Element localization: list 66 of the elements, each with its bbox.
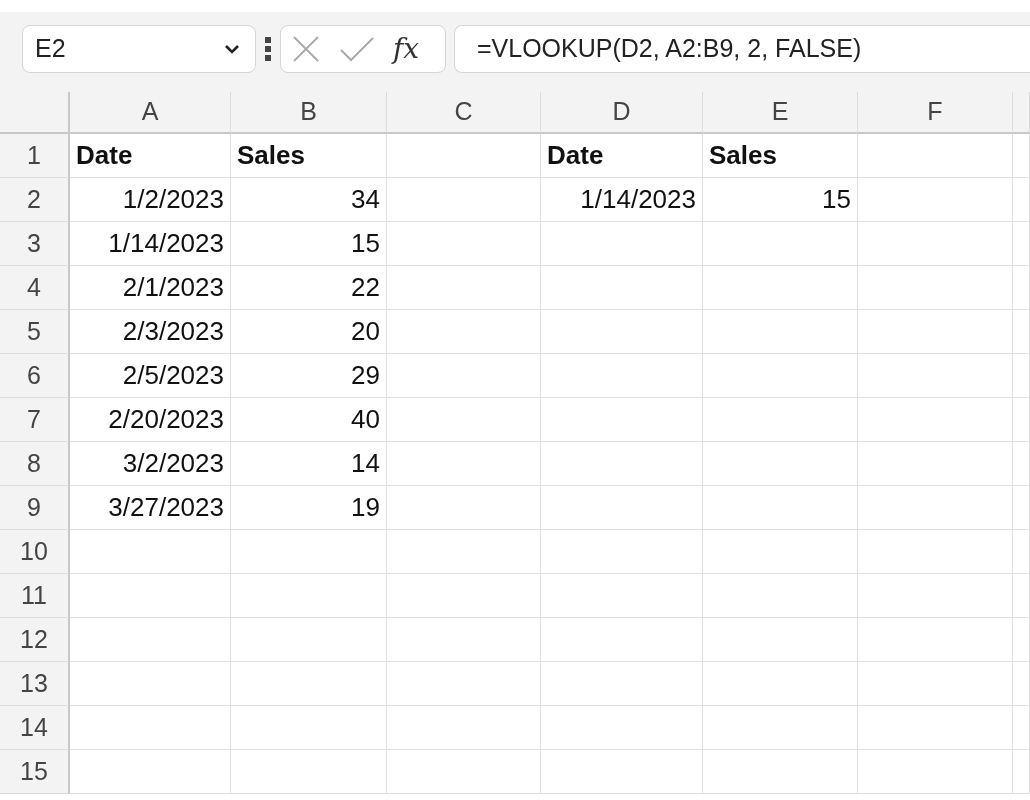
table-cell: 2/20/2023	[70, 398, 231, 442]
row-header[interactable]: 7	[0, 398, 70, 442]
row-header[interactable]: 2	[0, 178, 70, 222]
empty-cell	[1013, 442, 1030, 486]
table-cell: 2/1/2023	[70, 266, 231, 310]
row-header[interactable]: 13	[0, 662, 70, 706]
table-cell: 19	[231, 486, 387, 530]
formula-field[interactable]: =VLOOKUP(D2, A2:B9, 2, FALSE)	[454, 25, 1030, 73]
empty-cell	[1013, 662, 1030, 706]
column-header[interactable]: A	[70, 92, 231, 134]
empty-cell	[1013, 486, 1030, 530]
table-cell: Sales	[231, 134, 387, 178]
row-header[interactable]: 15	[0, 750, 70, 794]
column-header[interactable]: F	[858, 92, 1013, 134]
table-cell: Date	[541, 134, 703, 178]
row-header[interactable]: 9	[0, 486, 70, 530]
row-header[interactable]: 10	[0, 530, 70, 574]
row-header[interactable]: 4	[0, 266, 70, 310]
column-header[interactable]: B	[231, 92, 387, 134]
row-header[interactable]: 5	[0, 310, 70, 354]
empty-cell	[1013, 266, 1030, 310]
empty-cell	[1013, 750, 1030, 794]
row-header[interactable]: 8	[0, 442, 70, 486]
empty-cell	[1013, 618, 1030, 662]
empty-cell	[1013, 530, 1030, 574]
row-header[interactable]: 6	[0, 354, 70, 398]
table-cell: 2/3/2023	[70, 310, 231, 354]
table-cell: 34	[231, 178, 387, 222]
table-cell: 15	[703, 178, 858, 222]
table-cell: 1/14/2023	[541, 178, 703, 222]
table-cell: 29	[231, 354, 387, 398]
row-header[interactable]: 11	[0, 574, 70, 618]
table-cell: 14	[231, 442, 387, 486]
table-cell: Sales	[703, 134, 858, 178]
column-header[interactable]: E	[703, 92, 858, 134]
column-header[interactable]: D	[541, 92, 703, 134]
column-header[interactable]	[1013, 92, 1030, 134]
insert-function-button[interactable]: fx	[393, 35, 420, 63]
select-all-corner[interactable]	[0, 92, 70, 134]
row-header[interactable]: 12	[0, 618, 70, 662]
name-box[interactable]: E2	[22, 25, 256, 73]
more-options-icon[interactable]	[264, 36, 272, 62]
checkmark-icon[interactable]	[339, 36, 375, 62]
empty-cell	[1013, 222, 1030, 266]
table-cell: 1/14/2023	[70, 222, 231, 266]
empty-cell	[1013, 398, 1030, 442]
table-cell: 1/2/2023	[70, 178, 231, 222]
empty-cell	[1013, 706, 1030, 750]
row-header[interactable]: 3	[0, 222, 70, 266]
table-cell: 22	[231, 266, 387, 310]
table-cell: 20	[231, 310, 387, 354]
table-cell: 2/5/2023	[70, 354, 231, 398]
table-cell: 3/27/2023	[70, 486, 231, 530]
empty-cell	[1013, 354, 1030, 398]
table-cell: 15	[231, 222, 387, 266]
row-header[interactable]: 14	[0, 706, 70, 750]
empty-cell	[1013, 310, 1030, 354]
table-cell: 40	[231, 398, 387, 442]
row-header[interactable]: 1	[0, 134, 70, 178]
dropdown-caret-icon[interactable]	[223, 43, 241, 55]
column-header[interactable]: C	[387, 92, 541, 134]
empty-cell	[1013, 574, 1030, 618]
table-cell: 3/2/2023	[70, 442, 231, 486]
table-cell: Date	[70, 134, 231, 178]
empty-cell	[1013, 178, 1030, 222]
cancel-icon[interactable]	[291, 34, 321, 64]
